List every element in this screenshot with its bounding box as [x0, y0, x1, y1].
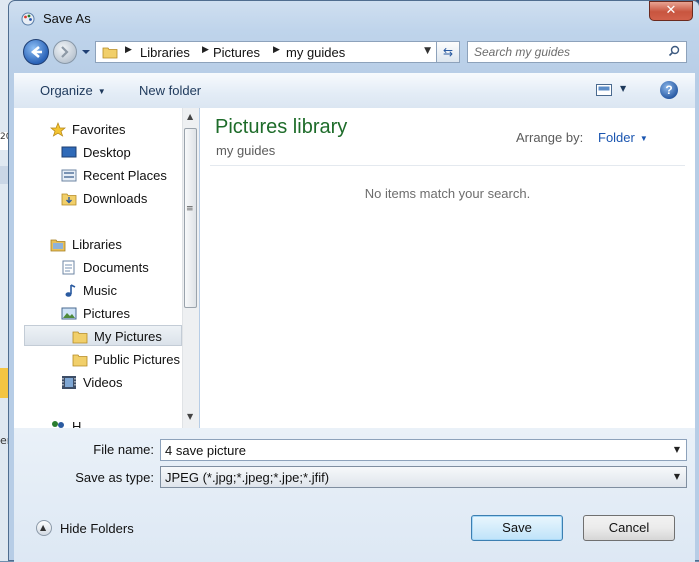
sidebar-item-label: Libraries: [72, 237, 122, 252]
chevron-down-icon: ▼: [673, 472, 680, 481]
cancel-button[interactable]: Cancel: [583, 515, 675, 541]
view-options-dropdown-icon[interactable]: ▼: [620, 84, 626, 93]
save-button[interactable]: Save: [471, 515, 563, 541]
save-form-panel: File name: ▼ Save as type: JPEG (*.jpg;*…: [14, 428, 695, 562]
scrollbar-grip-icon: ≡: [186, 204, 194, 214]
file-name-input[interactable]: [165, 442, 655, 458]
file-name-label: File name:: [93, 442, 154, 457]
documents-icon: [62, 260, 75, 275]
recent-pages-dropdown-icon[interactable]: [80, 47, 92, 57]
pictures-icon: [61, 307, 77, 320]
sidebar-item-label: Music: [83, 283, 117, 298]
back-arrow-icon: [30, 46, 42, 58]
breadcrumb-libraries[interactable]: Libraries: [140, 45, 190, 60]
collapse-icon: ▲: [36, 520, 52, 536]
title-bar[interactable]: Save As ✕: [9, 1, 699, 35]
film-strip-icon: [62, 376, 76, 389]
chevron-right-icon[interactable]: ▶: [202, 45, 209, 55]
desktop-icon: [61, 146, 77, 158]
file-list-pane[interactable]: Pictures library my guides Arrange by: F…: [200, 108, 695, 428]
search-input[interactable]: [474, 44, 654, 60]
refresh-button[interactable]: ⇆: [436, 41, 460, 63]
recent-places-icon: [61, 169, 77, 182]
sidebar-item-label: Downloads: [83, 191, 148, 206]
sidebar-item-label: My Pictures: [94, 329, 162, 344]
star-icon: [50, 122, 66, 137]
change-view-icon[interactable]: [596, 84, 612, 96]
sidebar-item-label: Favorites: [72, 122, 126, 137]
save-as-dialog: Save As ✕ ▶ Libraries ▶ Pictures ▶ my gu…: [8, 0, 699, 562]
sidebar-item-label: Recent Places: [83, 168, 167, 183]
sidebar-item-label: H: [72, 419, 82, 428]
search-box[interactable]: [467, 41, 687, 63]
navigation-row: ▶ Libraries ▶ Pictures ▶ my guides ▼ ⇆: [9, 35, 699, 69]
navigation-pane: Favorites Desktop Recent Places Download…: [14, 108, 182, 428]
new-folder-button[interactable]: New folder: [139, 83, 201, 98]
divider: [210, 165, 685, 166]
library-title: Pictures library: [215, 116, 348, 138]
music-note-icon: [65, 284, 76, 297]
address-dropdown-icon[interactable]: ▼: [424, 46, 431, 56]
close-button[interactable]: ✕: [649, 1, 693, 21]
empty-message: No items match your search.: [364, 186, 531, 201]
file-name-field[interactable]: ▼: [160, 439, 687, 461]
chevron-right-icon[interactable]: ▶: [125, 45, 132, 55]
arrange-by-value: Folder: [598, 130, 635, 145]
paint-app-icon: [21, 12, 35, 26]
chevron-down-icon: ▼: [639, 134, 648, 143]
hide-folders-label: Hide Folders: [60, 521, 134, 536]
forward-arrow-icon: [61, 46, 69, 58]
sidebar-item-label: Desktop: [83, 145, 131, 160]
downloads-folder-icon: [61, 193, 77, 206]
scroll-up-icon[interactable]: ▲: [187, 112, 193, 121]
sidebar-item-label: Pictures: [83, 306, 130, 321]
refresh-icon: ⇆: [442, 45, 454, 59]
organize-button[interactable]: Organize ▼: [40, 83, 106, 98]
save-as-type-select[interactable]: JPEG (*.jpg;*.jpeg;*.jpe;*.jfif) ▼: [160, 466, 687, 488]
organize-label: Organize: [40, 83, 93, 98]
back-button[interactable]: [23, 39, 49, 65]
sidebar-item-label: Videos: [83, 375, 123, 390]
command-toolbar: Organize ▼ New folder ▼ ?: [14, 73, 695, 109]
search-icon[interactable]: [668, 45, 680, 57]
sidebar-item-label: Public Pictures: [94, 352, 180, 367]
scroll-down-icon[interactable]: ▼: [187, 412, 193, 421]
chevron-right-icon[interactable]: ▶: [273, 45, 280, 55]
folder-icon: [72, 354, 88, 367]
navigation-scrollbar[interactable]: ▲ ≡ ▼: [182, 108, 199, 428]
save-as-type-label: Save as type:: [75, 470, 154, 485]
file-name-dropdown-icon[interactable]: ▼: [674, 445, 680, 454]
breadcrumb-pictures[interactable]: Pictures: [213, 45, 260, 60]
address-bar[interactable]: ▶ Libraries ▶ Pictures ▶ my guides ▼: [95, 41, 458, 63]
library-subtitle: my guides: [216, 143, 276, 158]
arrange-by-dropdown[interactable]: Folder ▼: [598, 130, 648, 145]
window-title: Save As: [43, 11, 91, 26]
folder-icon: [102, 47, 118, 59]
homegroup-icon: [52, 421, 64, 428]
folder-icon: [72, 331, 88, 344]
save-as-type-value: JPEG (*.jpg;*.jpeg;*.jpe;*.jfif): [165, 470, 330, 485]
sidebar-item-label: Documents: [83, 260, 149, 275]
chevron-down-icon: ▼: [97, 87, 106, 96]
forward-button[interactable]: [53, 40, 77, 64]
libraries-icon: [50, 239, 66, 252]
breadcrumb-my-guides[interactable]: my guides: [286, 45, 345, 60]
arrange-by-label: Arrange by:: [516, 130, 584, 145]
scrollbar-thumb[interactable]: [184, 128, 197, 308]
help-button[interactable]: ?: [660, 81, 678, 99]
